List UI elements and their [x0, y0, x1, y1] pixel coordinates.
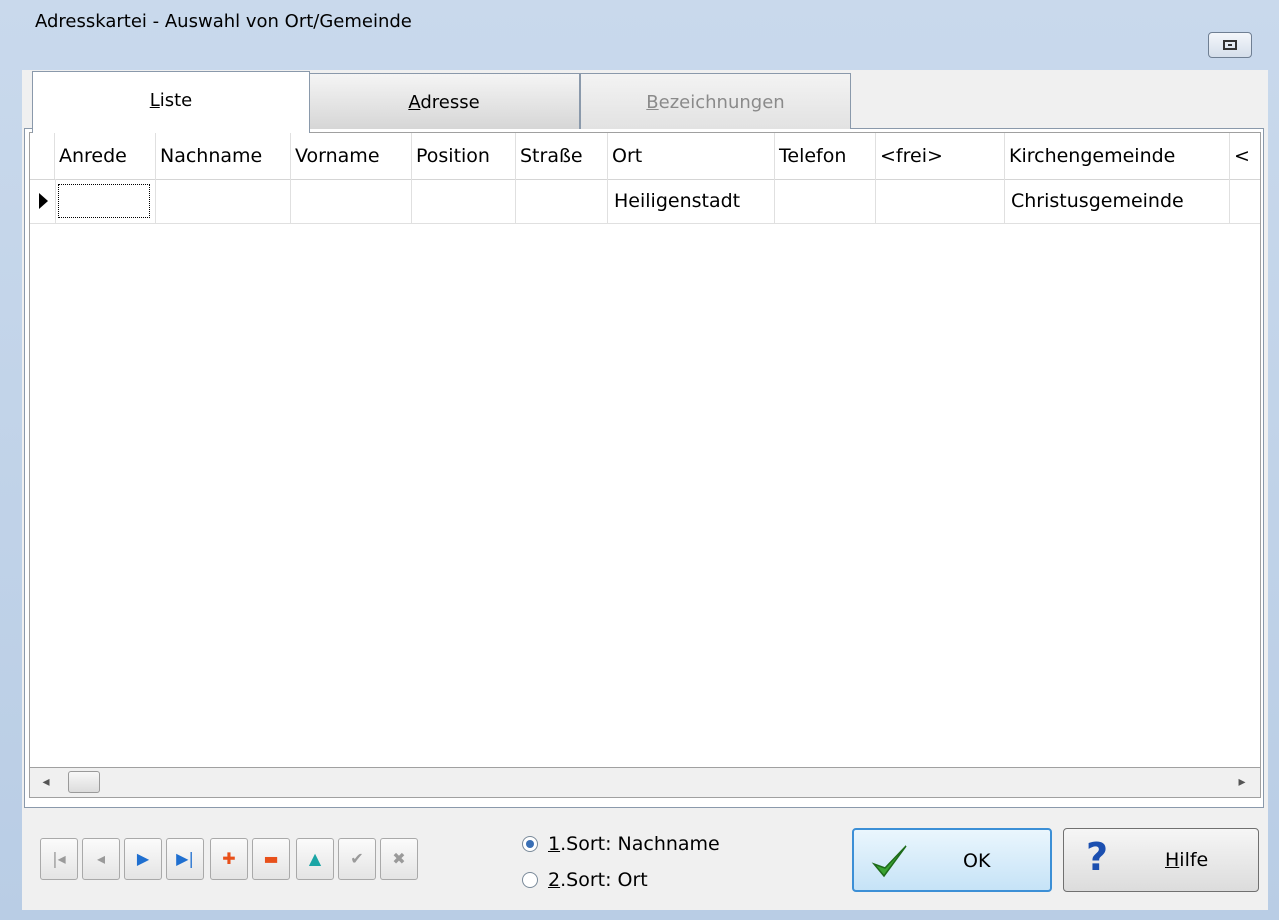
help-button[interactable]: ? Hilfe: [1063, 828, 1259, 892]
dialog-window: Adresskartei - Auswahl von Ort/Gemeinde …: [0, 0, 1279, 920]
cell-nachname[interactable]: [156, 179, 291, 223]
tab-liste-mnemonic: L: [149, 90, 160, 111]
nav-first-icon: |◂: [52, 849, 66, 868]
scroll-right-icon[interactable]: ▸: [1228, 768, 1256, 797]
nav-edit-icon: ▲: [308, 849, 322, 868]
column-header-strasse[interactable]: Straße: [516, 133, 608, 179]
nav-edit-button[interactable]: ▲: [296, 838, 334, 880]
tab-liste-text: iste: [159, 90, 193, 111]
sort-option-ort-label: .Sort: Ort: [560, 869, 648, 891]
tab-liste-label: Liste: [33, 72, 309, 120]
cell-position[interactable]: [412, 179, 516, 223]
nav-prior-button: ◂: [82, 838, 120, 880]
window-title: Adresskartei - Auswahl von Ort/Gemeinde: [35, 11, 412, 32]
tab-adresse-mnemonic: A: [408, 92, 421, 113]
sort-option-ort[interactable]: 2.Sort: Ort: [522, 869, 648, 891]
grid-header: Anrede Nachname Vorname Position Straße …: [30, 133, 1260, 180]
cell-frei[interactable]: [876, 179, 1005, 223]
title-bar: Adresskartei - Auswahl von Ort/Gemeinde: [0, 0, 1279, 42]
cell-next[interactable]: [1230, 179, 1260, 223]
column-header-telefon[interactable]: Telefon: [775, 133, 876, 179]
help-button-label: Hilfe: [1165, 849, 1208, 871]
tab-bezeichnungen-text: ezeichnungen: [658, 92, 785, 113]
nav-post-button: ✔: [338, 838, 376, 880]
help-button-text: ilfe: [1179, 849, 1209, 871]
sort-option-nachname-mnemonic: 1: [548, 833, 561, 855]
column-header-position[interactable]: Position: [412, 133, 516, 179]
row-indicator-icon: [30, 179, 56, 223]
nav-cancel-icon: ✖: [392, 849, 406, 868]
nav-insert-icon: ✚: [222, 849, 236, 868]
ok-button[interactable]: OK: [852, 828, 1052, 892]
column-header-nachname[interactable]: Nachname: [156, 133, 291, 179]
nav-next-icon: ▶: [136, 849, 150, 868]
ok-button-label: OK: [963, 850, 991, 872]
tab-adresse[interactable]: Adresse: [308, 73, 580, 129]
cell-strasse[interactable]: [516, 179, 608, 223]
nav-post-icon: ✔: [350, 849, 364, 868]
header-indicator: [30, 133, 55, 179]
scroll-left-icon[interactable]: ◂: [32, 768, 60, 797]
restore-icon: [1223, 40, 1237, 50]
help-button-mnemonic: H: [1165, 849, 1180, 871]
column-header-next[interactable]: <: [1230, 133, 1260, 179]
radio-selected-icon: [522, 836, 538, 852]
column-header-kirchengemeinde[interactable]: Kirchengemeinde: [1005, 133, 1230, 179]
tab-adresse-label: Adresse: [309, 74, 579, 122]
nav-cancel-button: ✖: [380, 838, 418, 880]
restore-button[interactable]: [1208, 32, 1252, 58]
sort-option-nachname[interactable]: 1.Sort: Nachname: [522, 833, 720, 855]
question-icon: ?: [1086, 835, 1109, 879]
tab-bezeichnungen: Bezeichnungen: [580, 73, 851, 129]
nav-delete-icon: ▬: [263, 849, 279, 868]
scrollbar-thumb[interactable]: [68, 771, 100, 793]
nav-first-button: |◂: [40, 838, 78, 880]
horizontal-scrollbar[interactable]: ◂ ▸: [29, 768, 1261, 798]
sort-option-nachname-label: .Sort: Nachname: [560, 833, 720, 855]
cell-vorname[interactable]: [291, 179, 412, 223]
nav-delete-button[interactable]: ▬: [252, 838, 290, 880]
nav-insert-button[interactable]: ✚: [210, 838, 248, 880]
column-header-vorname[interactable]: Vorname: [291, 133, 412, 179]
tab-liste[interactable]: Liste: [32, 71, 310, 133]
cell-telefon[interactable]: [775, 179, 876, 223]
checkmark-icon: [871, 845, 907, 878]
tab-bezeichnungen-mnemonic: B: [646, 92, 659, 113]
cell-kirchengemeinde[interactable]: Christusgemeinde: [1005, 179, 1230, 223]
column-header-anrede[interactable]: Anrede: [55, 133, 156, 179]
table-row[interactable]: Heiligenstadt Christusgemeinde: [30, 179, 1260, 224]
radio-unselected-icon: [522, 872, 538, 888]
tab-bezeichnungen-label: Bezeichnungen: [581, 74, 850, 122]
tab-adresse-text: dresse: [420, 92, 480, 113]
nav-last-button[interactable]: ▶|: [166, 838, 204, 880]
nav-prior-icon: ◂: [96, 849, 106, 868]
nav-last-icon: ▶|: [176, 849, 194, 868]
nav-next-button[interactable]: ▶: [124, 838, 162, 880]
address-grid[interactable]: Anrede Nachname Vorname Position Straße …: [29, 132, 1261, 768]
cell-ort[interactable]: Heiligenstadt: [608, 179, 775, 223]
sort-option-ort-mnemonic: 2: [548, 869, 561, 891]
column-header-ort[interactable]: Ort: [608, 133, 775, 179]
column-header-frei[interactable]: <frei>: [876, 133, 1005, 179]
focus-rectangle: [58, 184, 150, 218]
